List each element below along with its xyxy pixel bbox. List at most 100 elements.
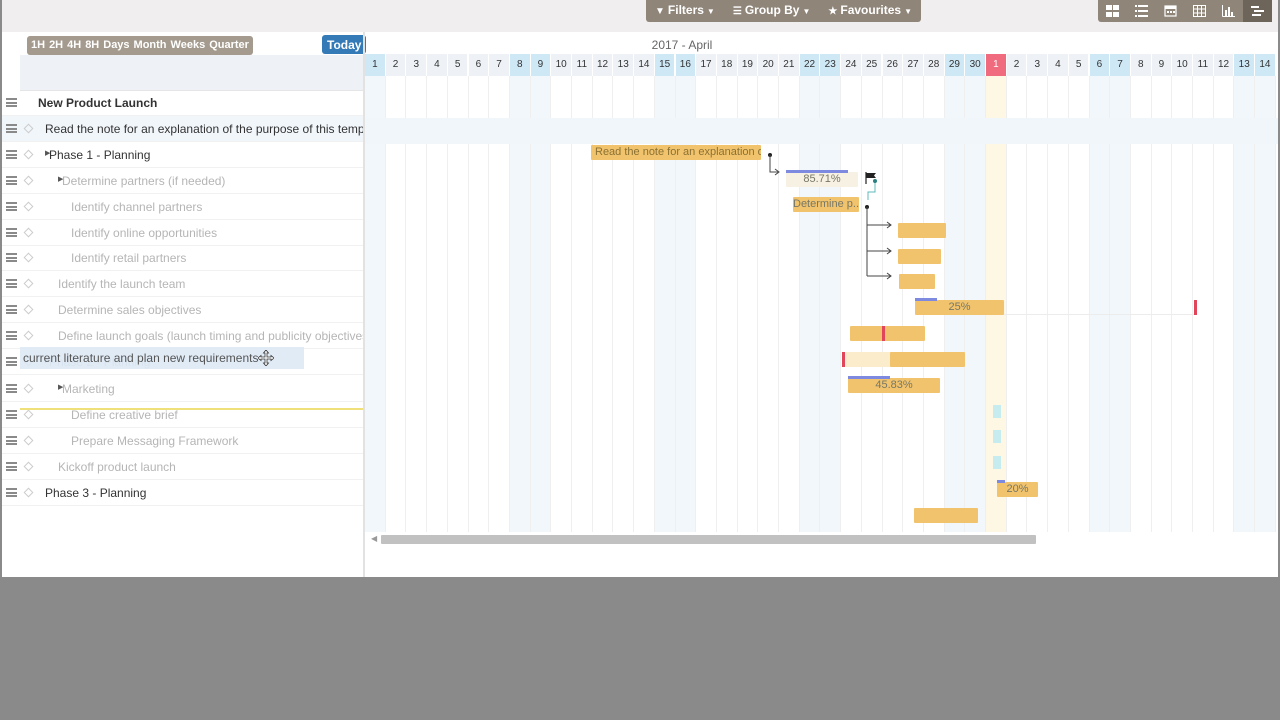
task-type-icon bbox=[23, 123, 34, 134]
drag-handle-icon[interactable] bbox=[6, 305, 17, 314]
task-row[interactable]: Kickoff product launch bbox=[2, 454, 363, 480]
deadline-marker bbox=[882, 326, 885, 341]
gantt-view-button[interactable] bbox=[1243, 0, 1272, 22]
scroll-left-icon[interactable]: ◀ bbox=[371, 534, 377, 543]
task-row[interactable]: Phase 3 - Planning bbox=[2, 480, 363, 506]
control-panel: ▼ Filters ▼ ☰ Group By ▼ ★ Favourites ▼ bbox=[2, 0, 1278, 32]
task-type-icon bbox=[23, 435, 34, 446]
task-label: Identify channel partners bbox=[71, 200, 203, 214]
task-label: Phase 3 - Planning bbox=[45, 486, 147, 500]
gantt-bar-unnamed[interactable] bbox=[914, 508, 978, 523]
task-type-icon bbox=[23, 201, 34, 212]
kanban-icon bbox=[1106, 5, 1119, 17]
bars-icon: ☰ bbox=[732, 6, 742, 17]
filters-button[interactable]: ▼ Filters ▼ bbox=[646, 0, 724, 22]
task-row[interactable]: ▶ Determine partners (if needed) bbox=[2, 168, 363, 194]
milestone-marker[interactable] bbox=[993, 405, 1001, 418]
gantt-bar-determine-partners[interactable]: Determine p... bbox=[793, 197, 859, 212]
task-list-pane: New Product Launch Read the note for an e… bbox=[2, 32, 384, 577]
task-row[interactable]: ▶ Phase 1 - Planning bbox=[2, 142, 363, 168]
task-row[interactable]: Identify the launch team bbox=[2, 271, 363, 297]
zoom-selector: 1H 2H 4H 8H Days Month Weeks Quarter bbox=[27, 36, 253, 55]
gantt-bar-phase2[interactable] bbox=[890, 352, 965, 367]
task-type-icon bbox=[23, 461, 34, 472]
zoom-weeks-button[interactable]: Weeks bbox=[169, 36, 208, 55]
gantt-bar-identify-channel-partners[interactable] bbox=[898, 223, 946, 238]
task-row[interactable]: Read the note for an explanation of the … bbox=[2, 116, 384, 142]
drag-handle-icon[interactable] bbox=[6, 462, 17, 471]
task-row[interactable]: Determine sales objectives bbox=[2, 297, 363, 323]
task-row[interactable]: Define launch goals (launch timing and p… bbox=[2, 323, 372, 349]
drag-handle-icon[interactable] bbox=[6, 98, 17, 107]
gantt-bar-phase3[interactable]: 20% bbox=[997, 480, 1038, 497]
drag-handle-icon[interactable] bbox=[6, 331, 17, 340]
pivot-view-button[interactable] bbox=[1185, 0, 1214, 22]
drag-handle-icon[interactable] bbox=[6, 279, 17, 288]
drag-handle-icon[interactable] bbox=[6, 253, 17, 262]
horizontal-scrollbar[interactable]: ◀ bbox=[367, 533, 1278, 545]
task-type-icon bbox=[23, 304, 34, 315]
drag-handle-icon[interactable] bbox=[6, 436, 17, 445]
task-row[interactable]: ▶ Marketing bbox=[2, 376, 363, 402]
task-label: Define creative brief bbox=[71, 408, 178, 422]
scrollbar-thumb[interactable] bbox=[381, 535, 1036, 544]
task-type-icon bbox=[23, 252, 34, 263]
task-label: Prepare Messaging Framework bbox=[71, 434, 239, 448]
gantt-bar-phase1[interactable]: 85.71% bbox=[786, 170, 858, 187]
graph-view-button[interactable] bbox=[1214, 0, 1243, 22]
task-type-icon bbox=[23, 227, 34, 238]
zoom-month-button[interactable]: Month bbox=[132, 36, 169, 55]
kanban-view-button[interactable] bbox=[1098, 0, 1127, 22]
view-switcher bbox=[1098, 0, 1272, 22]
gantt-bar-phase2-pale[interactable] bbox=[845, 352, 891, 367]
task-row[interactable]: Identify online opportunities bbox=[2, 220, 363, 246]
milestone-marker[interactable] bbox=[993, 456, 1001, 469]
task-type-icon bbox=[23, 409, 34, 420]
task-row[interactable]: Prepare Messaging Framework bbox=[2, 428, 363, 454]
task-row[interactable]: Define creative brief bbox=[2, 402, 363, 428]
calendar-view-button[interactable] bbox=[1156, 0, 1185, 22]
gantt-bar-sales-objectives[interactable]: 25% bbox=[915, 298, 1004, 315]
caret-down-icon: ▼ bbox=[706, 7, 715, 16]
drag-handle-icon[interactable] bbox=[6, 124, 17, 133]
drag-handle-icon[interactable] bbox=[6, 150, 17, 159]
zoom-1h-button[interactable]: 1H bbox=[29, 36, 47, 55]
milestone-marker[interactable] bbox=[993, 430, 1001, 443]
drag-handle-icon[interactable] bbox=[6, 410, 17, 419]
today-button[interactable]: Today bbox=[322, 35, 367, 54]
pivot-icon bbox=[1193, 5, 1206, 17]
group-by-button[interactable]: ☰ Group By ▼ bbox=[724, 0, 820, 22]
gantt-chart: 2017 - April 1 2 3 4 5 6 7 8 9 10 11 12 13 14 15 16 17 18… bbox=[365, 32, 1278, 577]
drag-handle-icon[interactable] bbox=[6, 488, 17, 497]
zoom-8h-button[interactable]: 8H bbox=[83, 36, 101, 55]
drag-handle-icon[interactable] bbox=[6, 384, 17, 393]
gantt-bar-identify-retail-partners[interactable] bbox=[899, 274, 935, 289]
zoom-quarter-button[interactable]: Quarter bbox=[207, 36, 251, 55]
list-view-button[interactable] bbox=[1127, 0, 1156, 22]
list-icon bbox=[1135, 5, 1148, 17]
task-row[interactable]: Identify retail partners bbox=[2, 245, 363, 271]
link-line bbox=[867, 182, 876, 200]
task-type-icon bbox=[23, 278, 34, 289]
caret-down-icon: ▼ bbox=[802, 7, 811, 16]
gantt-bar-note[interactable]: Read the note for an explanation of ... bbox=[591, 145, 761, 160]
task-label: Identify the launch team bbox=[58, 277, 186, 291]
task-row[interactable]: New Product Launch bbox=[2, 90, 363, 116]
favourites-button[interactable]: ★ Favourites ▼ bbox=[819, 0, 921, 22]
task-row[interactable]: Identify channel partners bbox=[2, 194, 363, 220]
drag-handle-icon[interactable] bbox=[6, 228, 17, 237]
gantt-bar-identify-online-opportunities[interactable] bbox=[898, 249, 941, 264]
task-list-header bbox=[20, 55, 363, 91]
drag-handle-icon[interactable] bbox=[6, 357, 17, 366]
zoom-2h-button[interactable]: 2H bbox=[47, 36, 65, 55]
gantt-bar-launch-goals[interactable] bbox=[850, 326, 925, 341]
zoom-4h-button[interactable]: 4H bbox=[65, 36, 83, 55]
task-label: Kickoff product launch bbox=[58, 460, 176, 474]
deadline-marker bbox=[1194, 300, 1197, 315]
gantt-bar-marketing[interactable]: 45.83% bbox=[848, 376, 940, 393]
task-type-icon bbox=[23, 149, 34, 160]
drag-handle-icon[interactable] bbox=[6, 202, 17, 211]
drag-handle-icon[interactable] bbox=[6, 176, 17, 185]
zoom-days-button[interactable]: Days bbox=[101, 36, 131, 55]
task-label: Identify retail partners bbox=[71, 251, 187, 265]
